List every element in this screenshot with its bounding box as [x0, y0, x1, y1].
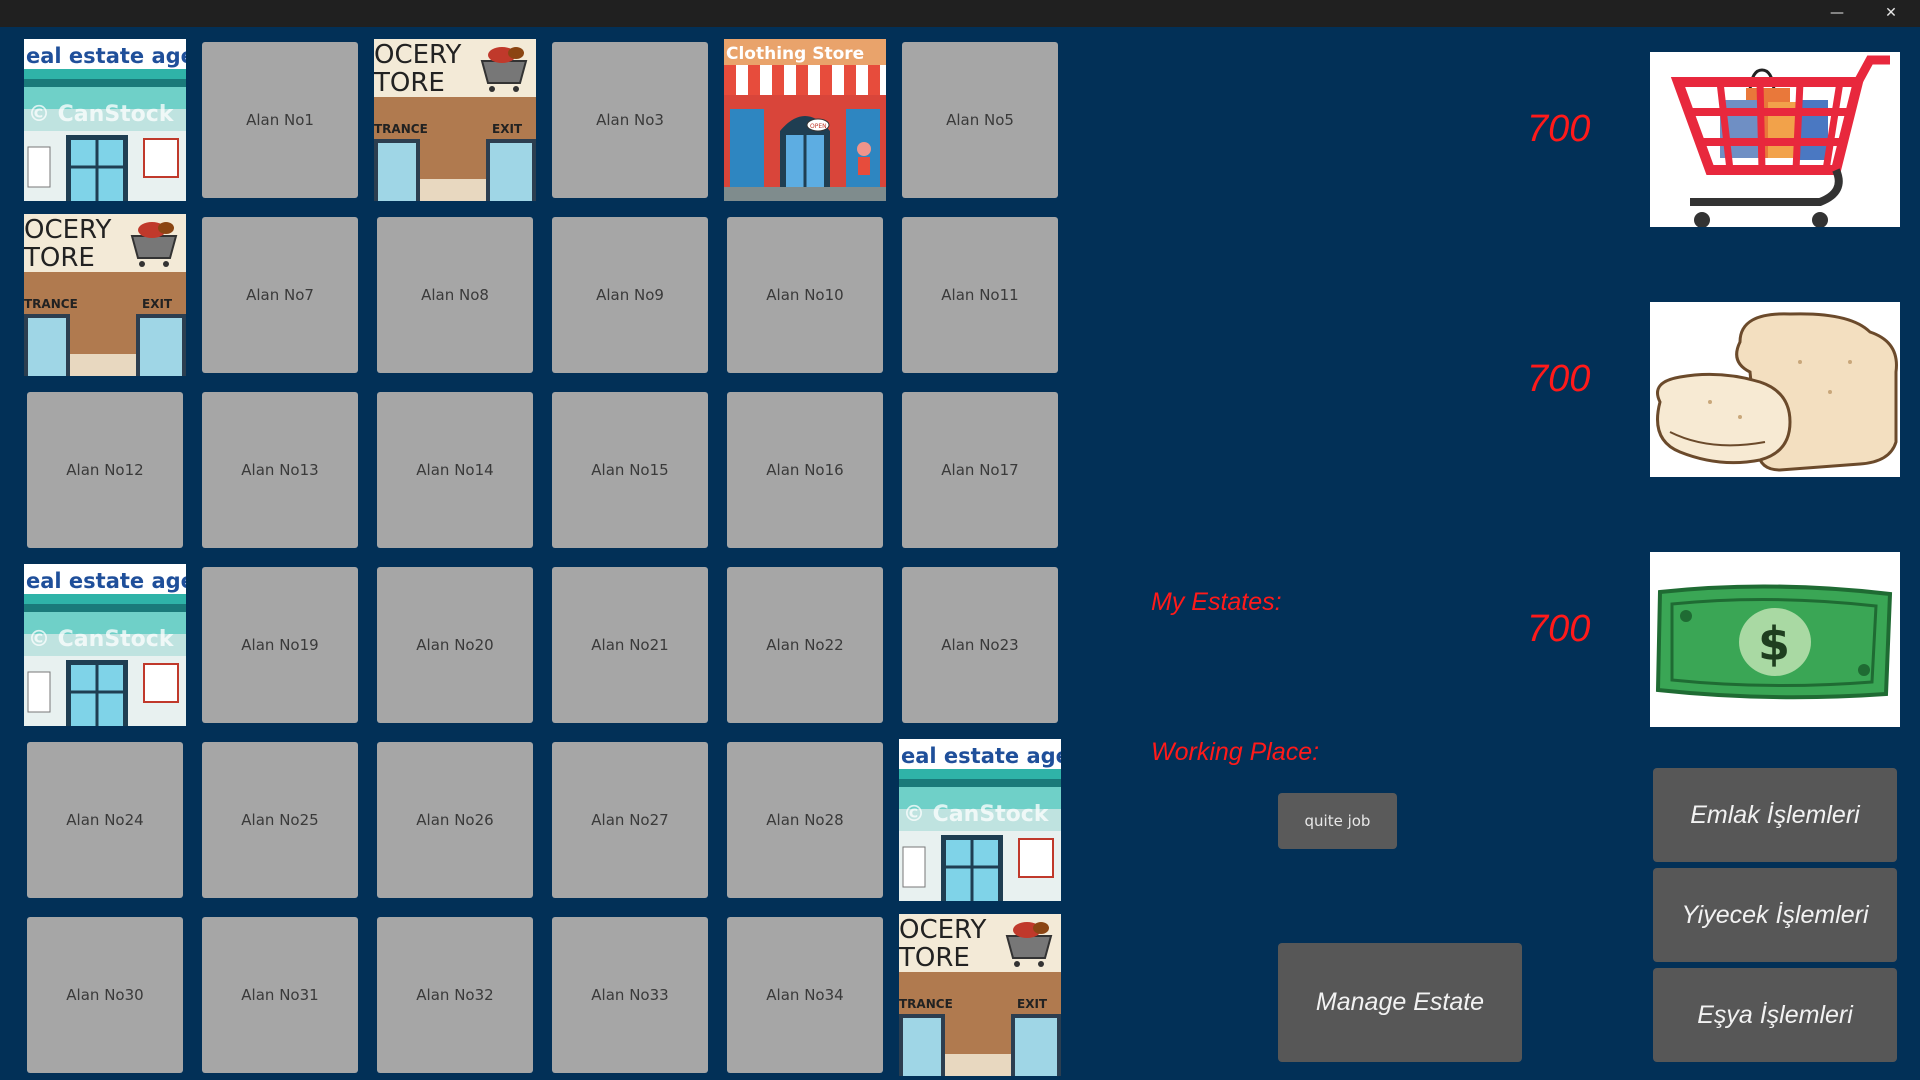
- image-tile-real-estate-2[interactable]: eal estate agen © CanStock: [24, 564, 186, 726]
- estate-tile[interactable]: Alan No25: [202, 742, 358, 898]
- estate-tile[interactable]: Alan No16: [727, 392, 883, 548]
- estate-tile[interactable]: Alan No11: [902, 217, 1058, 373]
- image-tile-grocery-3[interactable]: OCERY TORE TRANCE EXIT: [899, 914, 1061, 1076]
- grocery-sign-top: OCERY: [24, 215, 111, 245]
- real-estate-sign-text: eal estate agen: [901, 744, 1061, 768]
- estate-tile[interactable]: Alan No8: [377, 217, 533, 373]
- estate-tile[interactable]: Alan No15: [552, 392, 708, 548]
- estate-tile[interactable]: Alan No17: [902, 392, 1058, 548]
- bread-icon: [1650, 302, 1900, 477]
- bread-image: [1650, 302, 1900, 477]
- real-estate-sign-text: eal estate agen: [26, 569, 186, 593]
- exit-text: EXIT: [142, 297, 173, 311]
- estate-tile[interactable]: Alan No1: [202, 42, 358, 198]
- entrance-text: TRANCE: [899, 997, 953, 1011]
- dollar-bill-icon: $: [1650, 552, 1900, 727]
- estate-tile[interactable]: Alan No30: [27, 917, 183, 1073]
- estate-tile[interactable]: Alan No21: [552, 567, 708, 723]
- shopping-cart-icon: [1650, 52, 1900, 227]
- exit-text: EXIT: [1017, 997, 1048, 1011]
- real-estate-agency-image: eal estate agen © CanStock: [24, 564, 186, 726]
- estate-tile[interactable]: Alan No9: [552, 217, 708, 373]
- estate-tile[interactable]: Alan No23: [902, 567, 1058, 723]
- real-estate-sign-text: eal estate agen: [26, 44, 186, 68]
- clothing-sign-text: Clothing Store: [726, 44, 864, 64]
- estate-tile[interactable]: Alan No24: [27, 742, 183, 898]
- estate-tile[interactable]: Alan No12: [27, 392, 183, 548]
- grocery-sign-mid: TORE: [899, 943, 970, 973]
- grocery-store-image: OCERY TORE TRANCE EXIT: [374, 39, 536, 201]
- shopping-cart-image: [1650, 52, 1900, 227]
- exit-text: EXIT: [492, 122, 523, 136]
- shopping-value: 700: [1527, 108, 1591, 150]
- manage-estate-button[interactable]: Manage Estate: [1278, 943, 1522, 1062]
- grocery-sign-mid: TORE: [374, 68, 445, 98]
- open-sign-text: OPEN: [810, 123, 827, 130]
- money-value: 700: [1527, 608, 1591, 650]
- estate-tile[interactable]: Alan No14: [377, 392, 533, 548]
- estate-tile[interactable]: Alan No32: [377, 917, 533, 1073]
- estate-tile[interactable]: Alan No28: [727, 742, 883, 898]
- grocery-store-image: OCERY TORE TRANCE EXIT: [899, 914, 1061, 1076]
- minimize-button[interactable]: —: [1810, 0, 1864, 27]
- grocery-sign-top: OCERY: [899, 915, 986, 945]
- entrance-text: TRANCE: [24, 297, 78, 311]
- food-value: 700: [1527, 358, 1591, 400]
- watermark-text: © CanStock: [28, 627, 175, 652]
- estate-tile[interactable]: Alan No3: [552, 42, 708, 198]
- watermark-text: © CanStock: [28, 102, 175, 127]
- clothing-store-image: Clothing Store OPEN: [724, 39, 886, 201]
- estate-tile[interactable]: Alan No34: [727, 917, 883, 1073]
- grocery-sign-mid: TORE: [24, 243, 95, 273]
- entrance-text: TRANCE: [374, 122, 428, 136]
- estate-tile[interactable]: Alan No31: [202, 917, 358, 1073]
- grocery-sign-top: OCERY: [374, 40, 461, 70]
- quit-job-button[interactable]: quite job: [1278, 793, 1397, 849]
- image-tile-grocery-1[interactable]: OCERY TORE TRANCE EXIT: [374, 39, 536, 201]
- money-image: $: [1650, 552, 1900, 727]
- estate-tile[interactable]: Alan No26: [377, 742, 533, 898]
- estate-tile[interactable]: Alan No10: [727, 217, 883, 373]
- emlak-islemleri-button[interactable]: Emlak İşlemleri: [1653, 768, 1897, 862]
- estate-tile[interactable]: Alan No22: [727, 567, 883, 723]
- image-tile-clothing-1[interactable]: Clothing Store OPEN: [724, 39, 886, 201]
- image-tile-real-estate-3[interactable]: eal estate agen © CanStock: [899, 739, 1061, 901]
- estate-tile[interactable]: Alan No5: [902, 42, 1058, 198]
- my-estates-label: My Estates:: [1151, 588, 1282, 616]
- estate-tile[interactable]: Alan No20: [377, 567, 533, 723]
- image-tile-grocery-2[interactable]: OCERY TORE TRANCE EXIT: [24, 214, 186, 376]
- estate-tile[interactable]: Alan No27: [552, 742, 708, 898]
- estate-tile[interactable]: Alan No13: [202, 392, 358, 548]
- estate-tile[interactable]: Alan No33: [552, 917, 708, 1073]
- title-bar: — ✕: [0, 0, 1920, 27]
- grocery-store-image: OCERY TORE TRANCE EXIT: [24, 214, 186, 376]
- image-tile-real-estate-1[interactable]: eal estate agen © CanStock: [24, 39, 186, 201]
- estate-tile[interactable]: Alan No7: [202, 217, 358, 373]
- close-button[interactable]: ✕: [1864, 0, 1918, 27]
- watermark-text: © CanStock: [903, 802, 1050, 827]
- working-place-label: Working Place:: [1151, 738, 1320, 766]
- yiyecek-islemleri-button[interactable]: Yiyecek İşlemleri: [1653, 868, 1897, 962]
- real-estate-agency-image: eal estate agen © CanStock: [24, 39, 186, 201]
- esya-islemleri-button[interactable]: Eşya İşlemleri: [1653, 968, 1897, 1062]
- dollar-sign-glyph: $: [1758, 617, 1790, 671]
- estate-tile[interactable]: Alan No19: [202, 567, 358, 723]
- real-estate-agency-image: eal estate agen © CanStock: [899, 739, 1061, 901]
